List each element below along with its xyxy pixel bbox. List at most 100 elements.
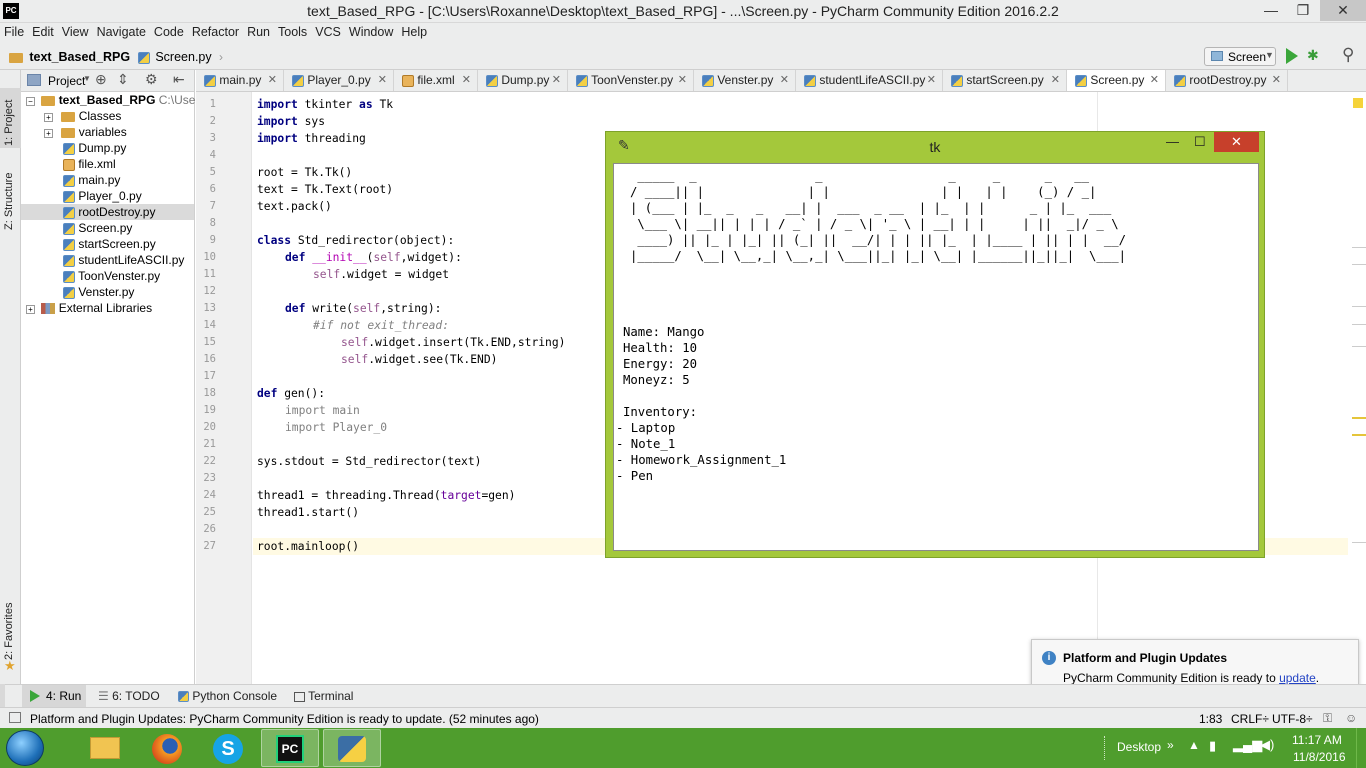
battery-icon[interactable]: ▮ [1209,738,1216,754]
menu-view[interactable]: View [58,23,93,39]
tree-item-variables[interactable]: + variables [44,124,127,140]
gear-icon[interactable]: ⚙ [145,71,158,88]
tree-root[interactable]: − text_Based_RPG C:\Use [26,92,195,108]
tree-item-classes[interactable]: + Classes [44,108,121,124]
warning-indicator-icon[interactable] [1353,98,1363,108]
tab-main-py[interactable]: main.py ✕ [196,70,284,91]
hide-panel-icon[interactable]: ⇤ [173,71,185,88]
tab-venster-py[interactable]: Venster.py ✕ [694,70,796,91]
close-tab-icon[interactable]: ✕ [462,70,471,91]
collapse-all-icon[interactable]: ⇕ [117,71,129,88]
network-signal-icon[interactable]: ▂▄▆ [1233,737,1262,753]
maximize-button[interactable]: ❐ [1290,0,1316,21]
tk-text-widget[interactable]: _____ _ _ _ _ _ __ / ____|| | | | | | | … [613,163,1259,551]
show-hidden-icons[interactable]: ▲ [1188,738,1200,752]
tab-file-xml[interactable]: file.xml ✕ [394,70,478,91]
tree-item-startscreen[interactable]: startScreen.py [63,236,156,252]
editor-marker-stripe[interactable] [1348,92,1366,684]
hector-icon[interactable]: ☺ [1345,711,1357,725]
expand-icon[interactable]: + [44,129,53,138]
stripe-toggle[interactable] [0,684,5,707]
close-tab-icon[interactable]: ✕ [927,70,936,91]
desktop-toolbar[interactable]: Desktop [1117,740,1161,754]
close-tab-icon[interactable]: ✕ [1272,70,1281,91]
update-link[interactable]: update [1279,671,1316,685]
tree-item-player0[interactable]: Player_0.py [63,188,142,204]
toolbar-chevron-icon[interactable]: » [1167,738,1174,752]
project-tool-button[interactable]: 1: Project [0,88,21,148]
line-separator[interactable]: CRLF÷ [1231,712,1269,726]
todo-tool-button[interactable]: ☰ 6: TODO [98,689,160,703]
menu-window[interactable]: Window [345,23,397,39]
menu-refactor[interactable]: Refactor [188,23,243,39]
tab-studentlifeascii-py[interactable]: studentLifeASCII.py ✕ [796,70,943,91]
file-encoding[interactable]: UTF-8÷ [1272,712,1313,726]
menu-file[interactable]: File [0,23,28,39]
close-tab-icon[interactable]: ✕ [378,70,387,91]
collapse-icon[interactable]: − [26,97,35,106]
tab-rootdestroy-py[interactable]: rootDestroy.py ✕ [1166,70,1288,91]
tree-item-screen[interactable]: Screen.py [63,220,132,236]
tab-player0-py[interactable]: Player_0.py ✕ [284,70,394,91]
menu-tools[interactable]: Tools [274,23,311,39]
taskbar-file-explorer[interactable] [76,729,134,767]
menu-help[interactable]: Help [397,23,431,39]
taskbar-pycharm[interactable]: PC [261,729,319,767]
close-tab-icon[interactable]: ✕ [1051,70,1060,91]
python-console-button[interactable]: Python Console [178,689,277,703]
taskbar-python[interactable] [323,729,381,767]
terminal-tool-button[interactable]: Terminal [294,689,353,703]
menu-edit[interactable]: Edit [28,23,58,39]
tree-item-toonvenster[interactable]: ToonVenster.py [63,268,160,284]
tk-maximize-button[interactable]: ☐ [1194,134,1206,150]
close-tab-icon[interactable]: ✕ [1150,70,1159,91]
run-icon[interactable] [1286,48,1298,64]
status-message[interactable]: Platform and Plugin Updates: PyCharm Com… [30,712,539,726]
tree-item-rootdestroy[interactable]: rootDestroy.py [21,204,194,220]
close-tab-icon[interactable]: ✕ [780,70,789,91]
tree-item-main[interactable]: main.py [63,172,120,188]
search-everywhere-icon[interactable]: ⚲ [1342,45,1354,65]
project-panel-title[interactable]: Project [48,74,85,88]
menu-vcs[interactable]: VCS [311,23,345,39]
breadcrumb-project[interactable]: text_Based_RPG › [9,50,141,64]
close-button[interactable]: ✕ [1320,0,1366,21]
tab-dump-py[interactable]: Dump.py ✕ [478,70,568,91]
tree-item-file-xml[interactable]: file.xml [63,156,116,172]
tree-item-dump[interactable]: Dump.py [63,140,126,156]
tab-screen-py[interactable]: Screen.py ✕ [1067,70,1166,91]
chevron-down-icon[interactable]: ▼ [83,74,91,83]
expand-icon[interactable]: + [26,305,35,314]
close-tab-icon[interactable]: ✕ [678,70,687,91]
menu-run[interactable]: Run [243,23,274,39]
tree-item-venster[interactable]: Venster.py [63,284,134,300]
close-tab-icon[interactable]: ✕ [268,70,277,91]
taskbar-skype[interactable]: S [199,729,257,767]
scroll-from-source-icon[interactable]: ⊕ [95,71,107,88]
favorites-tool-button[interactable]: 2: Favorites ★ [0,600,21,680]
clock-date[interactable]: 11/8/2016 [1293,750,1346,764]
tk-window[interactable]: ✎ tk — ☐ ✕ _____ _ _ _ _ _ __ / ____|| |… [605,131,1265,558]
show-desktop-button[interactable] [1356,728,1366,768]
caret-position[interactable]: 1:83 [1199,712,1222,726]
run-config-select[interactable]: Screen ▼ [1204,47,1276,66]
tab-toonvenster-py[interactable]: ToonVenster.py ✕ [568,70,694,91]
tree-item-studentlife[interactable]: studentLifeASCII.py [63,252,184,268]
breadcrumb-file[interactable]: Screen.py › [138,50,223,64]
tree-external-libraries[interactable]: + External Libraries [26,300,152,316]
close-tab-icon[interactable]: ✕ [552,70,561,91]
tool-windows-toggle-icon[interactable] [9,712,21,723]
debug-bug-icon[interactable]: ✱ [1307,47,1323,63]
minimize-button[interactable]: — [1258,0,1284,21]
tk-minimize-button[interactable]: — [1166,134,1179,149]
structure-tool-button[interactable]: Z: Structure [0,170,21,242]
run-tool-button[interactable]: 4: Run [22,685,86,707]
menu-code[interactable]: Code [150,23,188,39]
tk-close-button[interactable]: ✕ [1214,132,1259,152]
lock-icon[interactable]: ⚿ [1323,711,1332,726]
volume-icon[interactable]: ◀) [1260,737,1274,753]
tab-startscreen-py[interactable]: startScreen.py ✕ [943,70,1067,91]
menu-navigate[interactable]: Navigate [93,23,150,39]
start-button[interactable] [6,730,44,766]
clock-time[interactable]: 11:17 AM [1292,733,1342,747]
